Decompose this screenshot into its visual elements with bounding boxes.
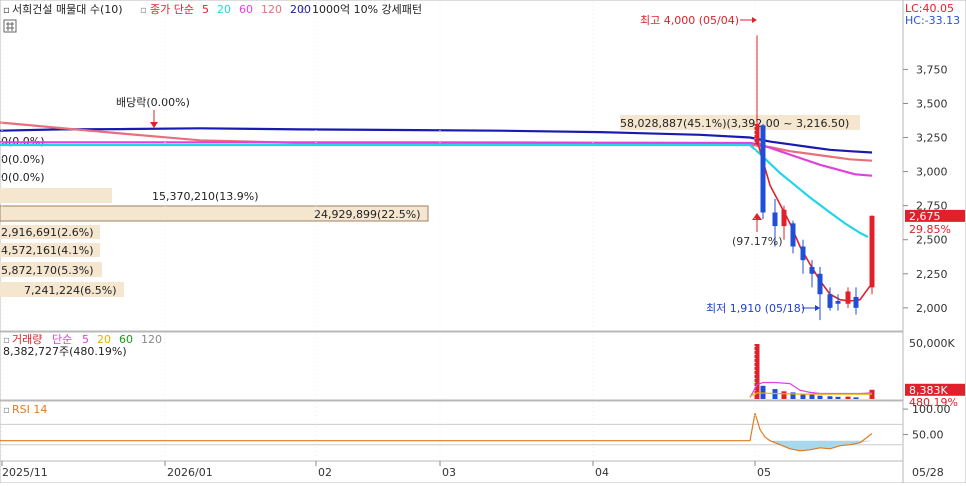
grid-icon[interactable] [3, 19, 17, 33]
x-tick-label: 2025/11 [2, 466, 48, 479]
volume-bar [817, 395, 823, 399]
pattern-label: 1000억 10% 강세패턴 [312, 3, 422, 16]
candle-body [817, 273, 823, 295]
ma-period-5: 5 [202, 3, 209, 16]
volume-profile-label: 5,872,170(5.3%) [1, 264, 94, 277]
chart-window: 58,028,887(45.1%)(3,392.00 ~ 3,216.50) 0(… [0, 0, 966, 484]
candle-body [845, 291, 851, 304]
volume-bar [760, 385, 766, 399]
rsi-tick-label: 50.00 [912, 429, 944, 442]
volume-summary: 8,382,727주(480.19%) [3, 345, 127, 358]
y-tick-label: 3,750 [916, 63, 948, 76]
stock-chart: 58,028,887(45.1%)(3,392.00 ~ 3,216.50) 0(… [0, 0, 966, 484]
volume-profile-label: 24,929,899(22.5%) [314, 208, 421, 221]
volume-panel [0, 331, 904, 401]
rsi-legend: ▫ RSI 14 [3, 403, 47, 416]
x-tick-label: 05/28 [912, 466, 944, 479]
high-annotation: 최고 4,000 (05/04) [640, 14, 739, 27]
volume-profile-label: 15,370,210(13.9%) [152, 190, 259, 203]
volume-profile-label: 4,572,161(4.1%) [1, 244, 94, 257]
y-tick-label: 3,250 [916, 132, 948, 145]
candle-body [790, 223, 796, 247]
volume-ma-period-120: 120 [141, 333, 162, 346]
volume-bar [809, 394, 815, 399]
collapse-icon[interactable]: ▫ [3, 5, 10, 16]
x-tick-label: 04 [595, 466, 609, 479]
ma-label: 종가 단순 [150, 3, 194, 16]
y-tick-label: 2,250 [916, 268, 948, 281]
volume-bar [781, 391, 787, 399]
rsi-label: RSI 14 [12, 403, 47, 416]
x-tick-label: 02 [318, 466, 332, 479]
volume-bar [827, 396, 833, 399]
candle-body [800, 246, 806, 261]
ma-period-120: 120 [261, 3, 282, 16]
y-tick-label: 3,500 [916, 97, 948, 110]
ma-period-20: 20 [217, 3, 231, 16]
candle-body [772, 212, 778, 227]
volume-profile-label: 0(0.0%) [1, 171, 45, 184]
x-tick-label: 03 [442, 466, 456, 479]
volume-profile-label: 2,916,691(2.6%) [1, 226, 94, 239]
volume-y-tick: 50,000K [909, 337, 955, 350]
legend-toggle-icon[interactable]: ▫ [140, 5, 147, 16]
x-tick-label: 05 [757, 466, 771, 479]
rsi-panel [0, 400, 904, 462]
y-tick-label: 3,000 [916, 166, 948, 179]
low-annotation: 최저 1,910 (05/18) [706, 302, 805, 315]
volume-bar [835, 396, 841, 399]
volume-profile-label: 58,028,887(45.1%)(3,392.00 ~ 3,216.50) [620, 117, 849, 130]
candle-body [809, 266, 815, 274]
volume-profile-bar [0, 188, 112, 203]
volume-profile-label: 0(0.0%) [1, 153, 45, 166]
rsi-toggle-icon[interactable]: ▫ [3, 405, 10, 416]
candle-body [835, 301, 841, 304]
candle-body [827, 294, 833, 308]
hc-value: HC:-33.13 [905, 14, 960, 27]
rsi-tick-label: 100.00 [912, 403, 951, 416]
y-tick-label: 2,000 [916, 302, 948, 315]
candle-body [869, 215, 875, 288]
volume-bar [845, 396, 851, 399]
pct-annotation: (97.17%) [732, 235, 783, 248]
dividend-label: 배당락(0.00%) [116, 96, 190, 109]
volume-bar [853, 397, 859, 399]
price-panel [0, 0, 904, 332]
volume-profile-label: 7,241,224(6.5%) [24, 284, 117, 297]
current-change: 29.85% [909, 223, 951, 236]
ma-period-60: 60 [239, 3, 253, 16]
x-tick-label: 2026/01 [167, 466, 213, 479]
candle-body [760, 125, 766, 213]
candle-body [781, 209, 787, 227]
stock-title: 서희건설 매물대 수(10) [12, 3, 123, 16]
candle-body [853, 296, 859, 308]
pattern-toggle-icon[interactable]: ▫ [300, 5, 307, 16]
current-price: 2,675 [909, 210, 941, 223]
